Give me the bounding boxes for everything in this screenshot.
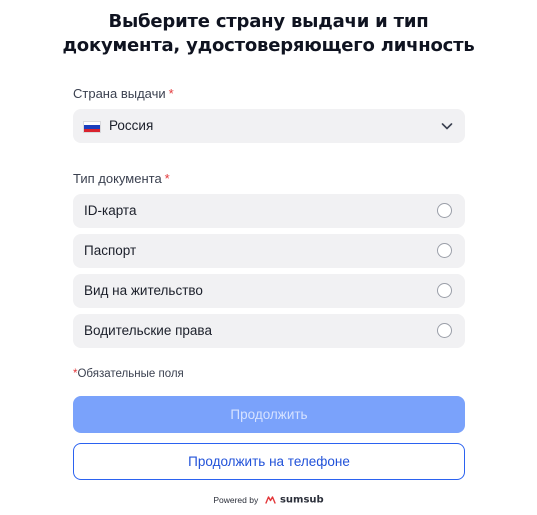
powered-by-footer: Powered by sumsub bbox=[0, 494, 537, 505]
document-option-label: ID-карта bbox=[84, 203, 137, 218]
required-mark: * bbox=[164, 171, 170, 186]
chevron-down-icon bbox=[441, 123, 453, 130]
required-fields-text: Обязательные поля bbox=[77, 368, 184, 380]
continue-button[interactable]: Продолжить bbox=[73, 396, 465, 433]
country-label: Страна выдачи * bbox=[73, 86, 174, 101]
document-option-drivers-license[interactable]: Водительские права bbox=[73, 314, 465, 348]
country-select-value: Россия bbox=[109, 118, 154, 133]
required-fields-note: *Обязательные поля bbox=[73, 368, 184, 380]
radio-button[interactable] bbox=[437, 243, 452, 258]
sumsub-logo-icon bbox=[264, 496, 276, 504]
document-type-label-text: Тип документа bbox=[73, 171, 162, 186]
page-title-line-2: документа, удостоверяющего личность bbox=[62, 35, 475, 56]
document-option-label: Паспорт bbox=[84, 243, 137, 258]
document-option-passport[interactable]: Паспорт bbox=[73, 234, 465, 268]
document-selection-page: Выберите страну выдачи и тип документа, … bbox=[0, 0, 537, 515]
russia-flag-icon bbox=[83, 121, 101, 133]
document-option-label: Вид на жительство bbox=[84, 283, 203, 298]
document-option-label: Водительские права bbox=[84, 323, 212, 338]
page-title: Выберите страну выдачи и тип документа, … bbox=[0, 10, 537, 58]
document-option-id-card[interactable]: ID-карта bbox=[73, 194, 465, 228]
required-mark: * bbox=[168, 86, 174, 101]
page-title-line-1: Выберите страну выдачи и тип bbox=[108, 11, 429, 32]
country-select[interactable]: Россия bbox=[73, 109, 465, 143]
country-label-text: Страна выдачи bbox=[73, 86, 166, 101]
radio-button[interactable] bbox=[437, 283, 452, 298]
brand-name: sumsub bbox=[279, 494, 324, 506]
document-type-label: Тип документа * bbox=[73, 171, 170, 186]
powered-by-text: Powered by bbox=[213, 494, 259, 505]
document-option-residence-permit[interactable]: Вид на жительство bbox=[73, 274, 465, 308]
continue-on-phone-button[interactable]: Продолжить на телефоне bbox=[73, 443, 465, 480]
radio-button[interactable] bbox=[437, 323, 452, 338]
radio-button[interactable] bbox=[437, 203, 452, 218]
